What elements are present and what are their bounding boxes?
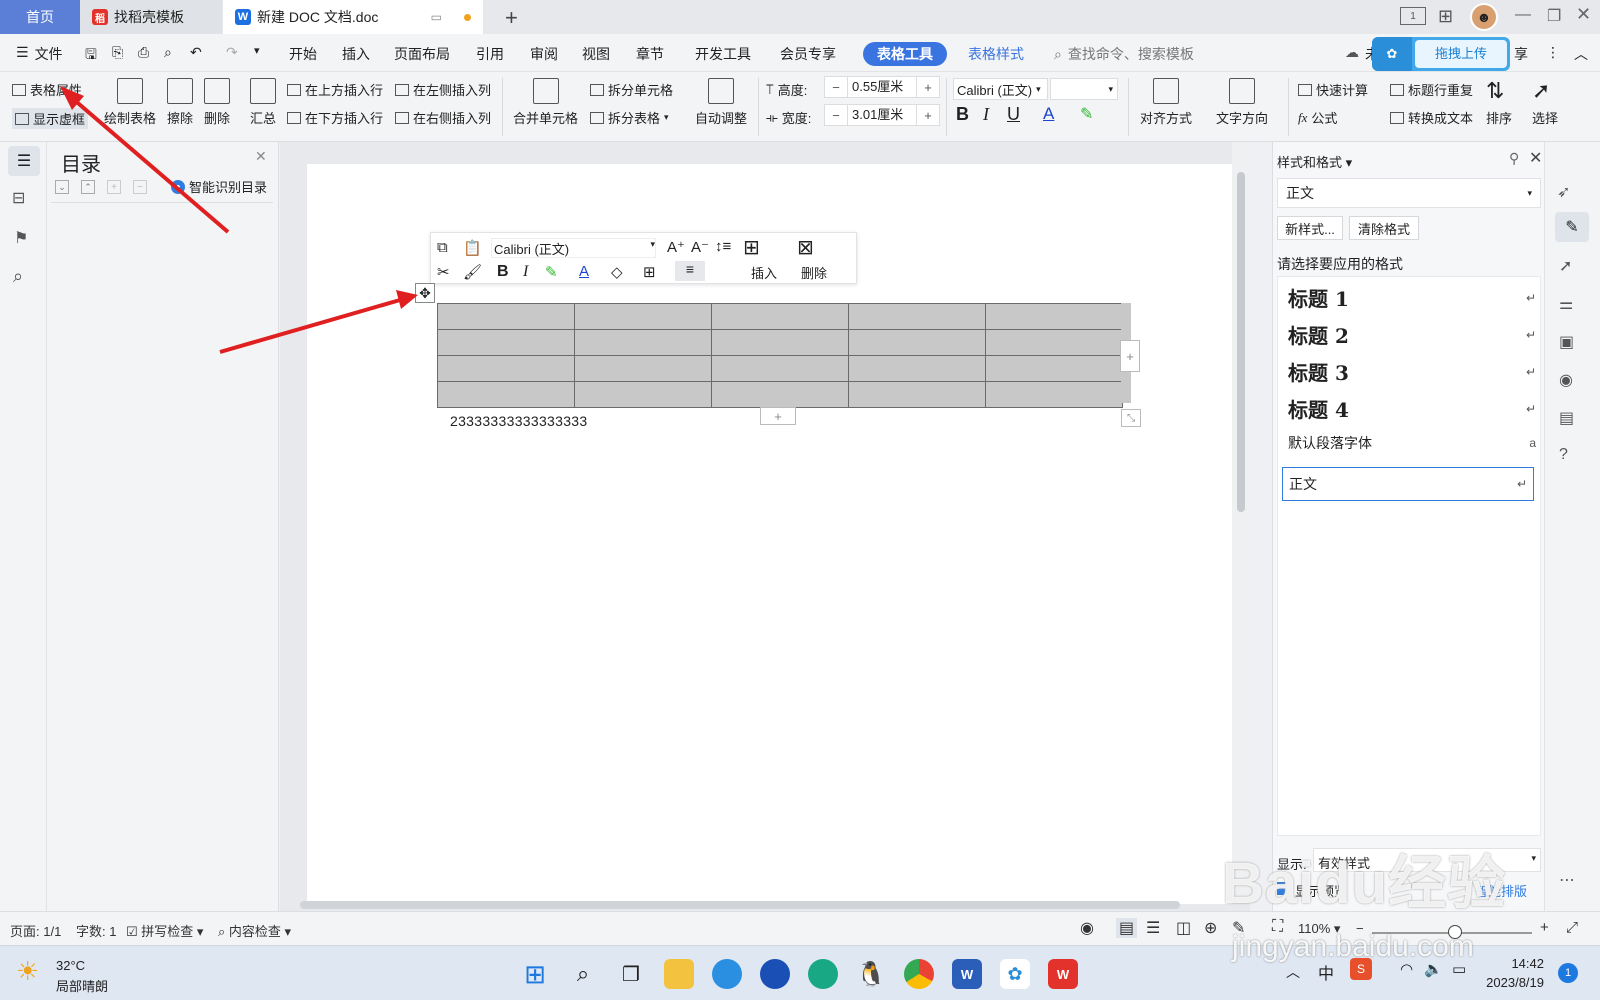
wps-icon[interactable]: W: [1048, 959, 1078, 989]
browser-icon[interactable]: [760, 959, 790, 989]
qq-icon[interactable]: 🐧: [856, 959, 886, 989]
new-style-button[interactable]: 新样式...: [1277, 216, 1343, 240]
chrome-icon[interactable]: [904, 959, 934, 989]
clear-format-label: 清除格式: [1357, 221, 1410, 237]
style-item-name: 正文: [1289, 476, 1317, 492]
edge-dev-icon[interactable]: [808, 959, 838, 989]
outline-view-icon[interactable]: ☰: [1146, 918, 1160, 938]
spell-check-button[interactable]: ☑ 拼写检查 ▾: [126, 921, 203, 940]
start-icon[interactable]: ⊞: [520, 959, 550, 989]
weather-text[interactable]: 局部晴朗: [56, 976, 108, 995]
show-filter-dropdown-icon: ▾: [1531, 853, 1536, 863]
style-panel: 样式和格式 ▾ ⚲ ✕ 正文 ▾ 新样式... 清除格式 请选择要应用的格式 标题…: [1272, 142, 1544, 911]
task-view-icon[interactable]: ❐: [616, 959, 646, 989]
style-item-mark: ↵: [1516, 477, 1527, 491]
arrow-head-2: [396, 290, 418, 309]
page-view-icon[interactable]: ▤: [1116, 918, 1138, 938]
current-style-dropdown-icon: ▾: [1527, 187, 1532, 198]
rocket-icon[interactable]: ➶: [1557, 182, 1570, 202]
content-check-button[interactable]: ⌕ 内容检查 ▾: [218, 921, 291, 940]
web-view-icon[interactable]: ⊕: [1204, 918, 1217, 938]
weather-icon[interactable]: ☀: [16, 956, 39, 987]
style-item[interactable]: 标题 4 ↵: [1288, 394, 1536, 423]
new-style-label: 新样式...: [1285, 221, 1335, 237]
more-dots-icon[interactable]: ⋯: [1559, 870, 1575, 890]
style-panel-title-text: 样式和格式: [1277, 155, 1343, 170]
file-explorer-icon[interactable]: [664, 959, 694, 989]
style-panel-title[interactable]: 样式和格式 ▾: [1277, 152, 1352, 171]
word-count[interactable]: 字数: 1: [76, 921, 116, 940]
style-item-mark: ↵: [1525, 327, 1536, 342]
help-icon[interactable]: ?: [1559, 446, 1568, 464]
style-item[interactable]: 默认段落字体 a: [1288, 433, 1536, 453]
style-item-name: 默认段落字体: [1288, 435, 1372, 451]
style-item-mark: ↵: [1525, 290, 1536, 305]
fullscreen-icon[interactable]: ⤢: [1566, 919, 1578, 936]
right-tool-strip: ➶ ✎ ➚ ⚌ ▣ ◉ ▤ ? ⋯: [1544, 142, 1600, 911]
location-icon[interactable]: ◉: [1559, 370, 1573, 390]
style-item-name: 标题 4: [1288, 398, 1349, 422]
style-item-name: 标题 1: [1288, 287, 1349, 311]
clear-format-button[interactable]: 清除格式: [1349, 216, 1419, 240]
content-check-label: 内容检查: [228, 924, 281, 939]
baidu-watermark: Baidu经验: [1222, 851, 1507, 916]
zoom-in-icon[interactable]: +: [1540, 919, 1549, 936]
image-icon[interactable]: ▣: [1559, 332, 1574, 352]
settings-sliders-icon[interactable]: ⚌: [1559, 294, 1573, 314]
pin-icon[interactable]: ⚲: [1509, 150, 1519, 167]
style-item-mark: a: [1529, 436, 1536, 450]
word-icon[interactable]: W: [952, 959, 982, 989]
arrow-to-move-handle: [219, 298, 401, 354]
eye-protect-icon[interactable]: ◉: [1080, 918, 1094, 938]
style-item[interactable]: 正文 ↵: [1282, 467, 1534, 501]
pointer-icon[interactable]: ➚: [1559, 256, 1572, 276]
temperature[interactable]: 32°C: [56, 958, 85, 973]
arrow-to-table-properties: [70, 96, 230, 234]
style-item[interactable]: 标题 2 ↵: [1288, 320, 1536, 349]
style-pen-icon[interactable]: ✎: [1555, 212, 1589, 242]
style-item[interactable]: 标题 3 ↵: [1288, 357, 1536, 386]
style-prompt: 请选择要应用的格式: [1277, 256, 1403, 272]
close-panel-icon[interactable]: ✕: [1529, 148, 1542, 168]
style-item-name: 标题 2: [1288, 324, 1349, 348]
baidu-watermark-url: jingyan.baidu.com: [1232, 930, 1474, 963]
clock-date[interactable]: 2023/8/19: [1470, 975, 1544, 990]
edge-icon[interactable]: [712, 959, 742, 989]
clock-time[interactable]: 14:42: [1484, 956, 1544, 971]
read-view-icon[interactable]: ◫: [1176, 918, 1191, 938]
netdisk-icon[interactable]: ✿: [1000, 959, 1030, 989]
page-count[interactable]: 页面: 1/1: [10, 921, 61, 940]
style-item-mark: ↵: [1525, 364, 1536, 379]
style-item-name: 标题 3: [1288, 361, 1349, 385]
current-style-select[interactable]: 正文 ▾: [1277, 178, 1541, 208]
spell-check-label: 拼写检查: [141, 924, 194, 939]
current-style-value: 正文: [1286, 185, 1314, 201]
reader-icon[interactable]: ▤: [1559, 408, 1574, 428]
notification-badge[interactable]: 1: [1558, 963, 1578, 983]
tray-expand-icon[interactable]: ︿: [1286, 962, 1300, 982]
style-item-mark: ↵: [1525, 401, 1536, 416]
taskbar-search-icon[interactable]: ⌕: [568, 959, 598, 989]
style-list: 标题 1 ↵ 标题 2 ↵ 标题 3 ↵ 标题 4 ↵ 默认段落字体 a 正文 ↵: [1277, 276, 1541, 836]
style-item[interactable]: 标题 1 ↵: [1288, 283, 1536, 312]
